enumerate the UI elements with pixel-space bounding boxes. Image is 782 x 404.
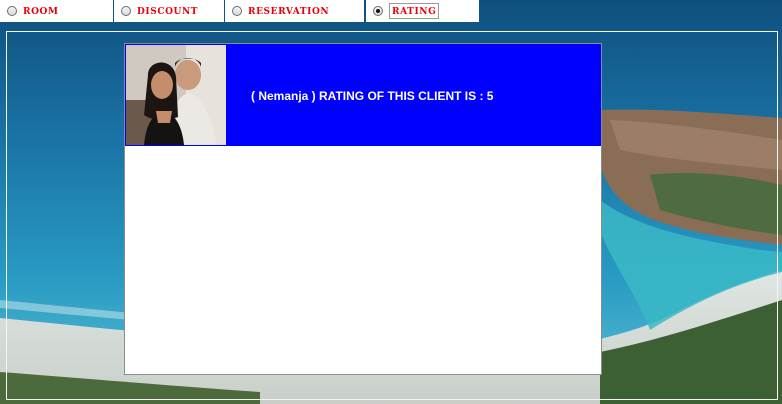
tab-bar: ROOM DISCOUNT RESERVATION RATING	[0, 0, 782, 23]
rating-panel: ( Nemanja ) RATING OF THIS CLIENT IS : 5	[124, 43, 602, 375]
client-photo	[126, 45, 226, 145]
tab-reservation[interactable]: RESERVATION	[225, 0, 364, 22]
radio-room[interactable]	[7, 6, 17, 16]
tab-rating-label: RATING	[389, 3, 440, 19]
client-photo-image	[126, 45, 226, 145]
client-rating-text: ( Nemanja ) RATING OF THIS CLIENT IS : 5	[251, 89, 494, 103]
radio-reservation[interactable]	[232, 6, 242, 16]
tab-room[interactable]: ROOM	[0, 0, 113, 22]
tab-room-label: ROOM	[23, 3, 59, 18]
tab-discount[interactable]: DISCOUNT	[114, 0, 224, 22]
client-banner: ( Nemanja ) RATING OF THIS CLIENT IS : 5	[125, 44, 601, 146]
tab-rating[interactable]: RATING	[366, 0, 479, 22]
tab-discount-label: DISCOUNT	[137, 3, 199, 18]
radio-discount[interactable]	[121, 6, 131, 16]
radio-rating-selected[interactable]	[373, 6, 383, 16]
tab-reservation-label: RESERVATION	[248, 3, 330, 18]
